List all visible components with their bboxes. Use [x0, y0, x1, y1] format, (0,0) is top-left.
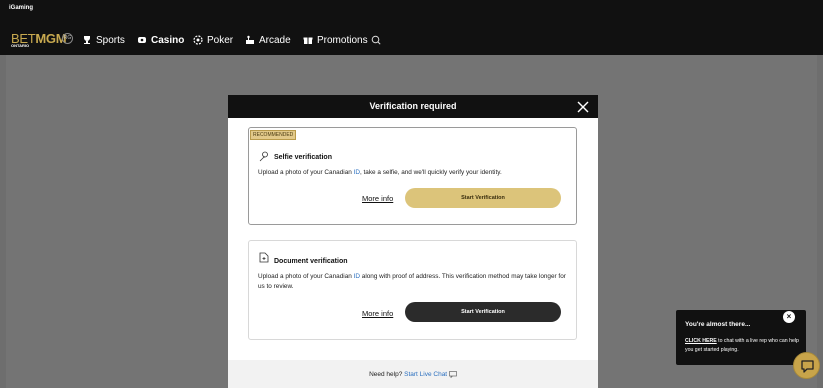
- chat-popup-text: CLICK HERE to chat with a live rep who c…: [685, 337, 803, 355]
- top-header: iGaming BETMGM ONTARIO RG Sports Casino …: [0, 0, 823, 55]
- selfie-verification-card: RECOMMENDED Selfie verification Upload a…: [248, 127, 577, 225]
- nav-promotions-label: Promotions: [317, 34, 368, 46]
- selfie-title: Selfie verification: [274, 154, 332, 161]
- nav-sports[interactable]: Sports: [82, 34, 125, 46]
- casino-chip-icon: [138, 37, 146, 43]
- close-icon[interactable]: [576, 100, 590, 114]
- selfie-text-before: Upload a photo of your Canadian: [258, 169, 354, 176]
- chat-bubble-icon[interactable]: [449, 371, 457, 379]
- document-icon: [259, 252, 269, 263]
- chat-popup-title: You're almost there...: [685, 321, 751, 328]
- selfie-start-verification-button[interactable]: Start Verification: [405, 188, 561, 208]
- nav-casino[interactable]: Casino: [137, 34, 184, 46]
- document-verification-card: Document verification Upload a photo of …: [248, 240, 577, 340]
- chat-close-icon[interactable]: ×: [783, 311, 795, 323]
- selfie-text-after: , take a selfie, and we'll quickly verif…: [359, 169, 502, 176]
- nav-arcade[interactable]: Arcade: [245, 34, 291, 46]
- verification-modal: Verification required RECOMMENDED Selfie…: [228, 95, 598, 388]
- poker-chip-icon: [193, 35, 203, 45]
- selfie-description: Upload a photo of your Canadian ID, take…: [258, 168, 573, 178]
- document-more-info-link[interactable]: More info: [362, 309, 393, 318]
- document-description: Upload a photo of your Canadian ID along…: [258, 272, 573, 292]
- nav-casino-label: Casino: [151, 34, 185, 46]
- arcade-icon: [246, 35, 254, 44]
- help-line: Need help? Start Live Chat: [228, 371, 598, 379]
- logo-region: ONTARIO: [11, 43, 30, 48]
- rg-badge[interactable]: RG: [62, 33, 73, 44]
- document-start-verification-button[interactable]: Start Verification: [405, 302, 561, 322]
- modal-footer: Need help? Start Live Chat: [228, 360, 598, 388]
- recommended-badge: RECOMMENDED: [250, 130, 297, 140]
- nav-poker-label: Poker: [207, 34, 234, 46]
- chat-click-here-link[interactable]: CLICK HERE: [685, 338, 717, 344]
- nav-poker[interactable]: Poker: [193, 34, 233, 46]
- chat-icon: [801, 360, 814, 373]
- search-icon[interactable]: [371, 35, 381, 45]
- start-live-chat-link[interactable]: Start Live Chat: [404, 371, 447, 378]
- gift-icon: [303, 37, 313, 44]
- modal-title: Verification required: [369, 101, 457, 111]
- igaming-label: iGaming: [9, 5, 34, 11]
- chat-launcher-button[interactable]: [793, 352, 820, 379]
- nav-sports-label: Sports: [96, 34, 125, 46]
- nav-arcade-label: Arcade: [259, 34, 291, 46]
- document-title: Document verification: [274, 258, 348, 265]
- need-help-label: Need help?: [369, 371, 403, 379]
- selfie-icon: [259, 151, 268, 162]
- document-text-before: Upload a photo of your Canadian: [258, 273, 354, 280]
- modal-header: Verification required: [228, 95, 598, 118]
- trophy-icon: [84, 36, 90, 44]
- nav-promotions[interactable]: Promotions: [303, 34, 368, 46]
- selfie-more-info-link[interactable]: More info: [362, 194, 393, 203]
